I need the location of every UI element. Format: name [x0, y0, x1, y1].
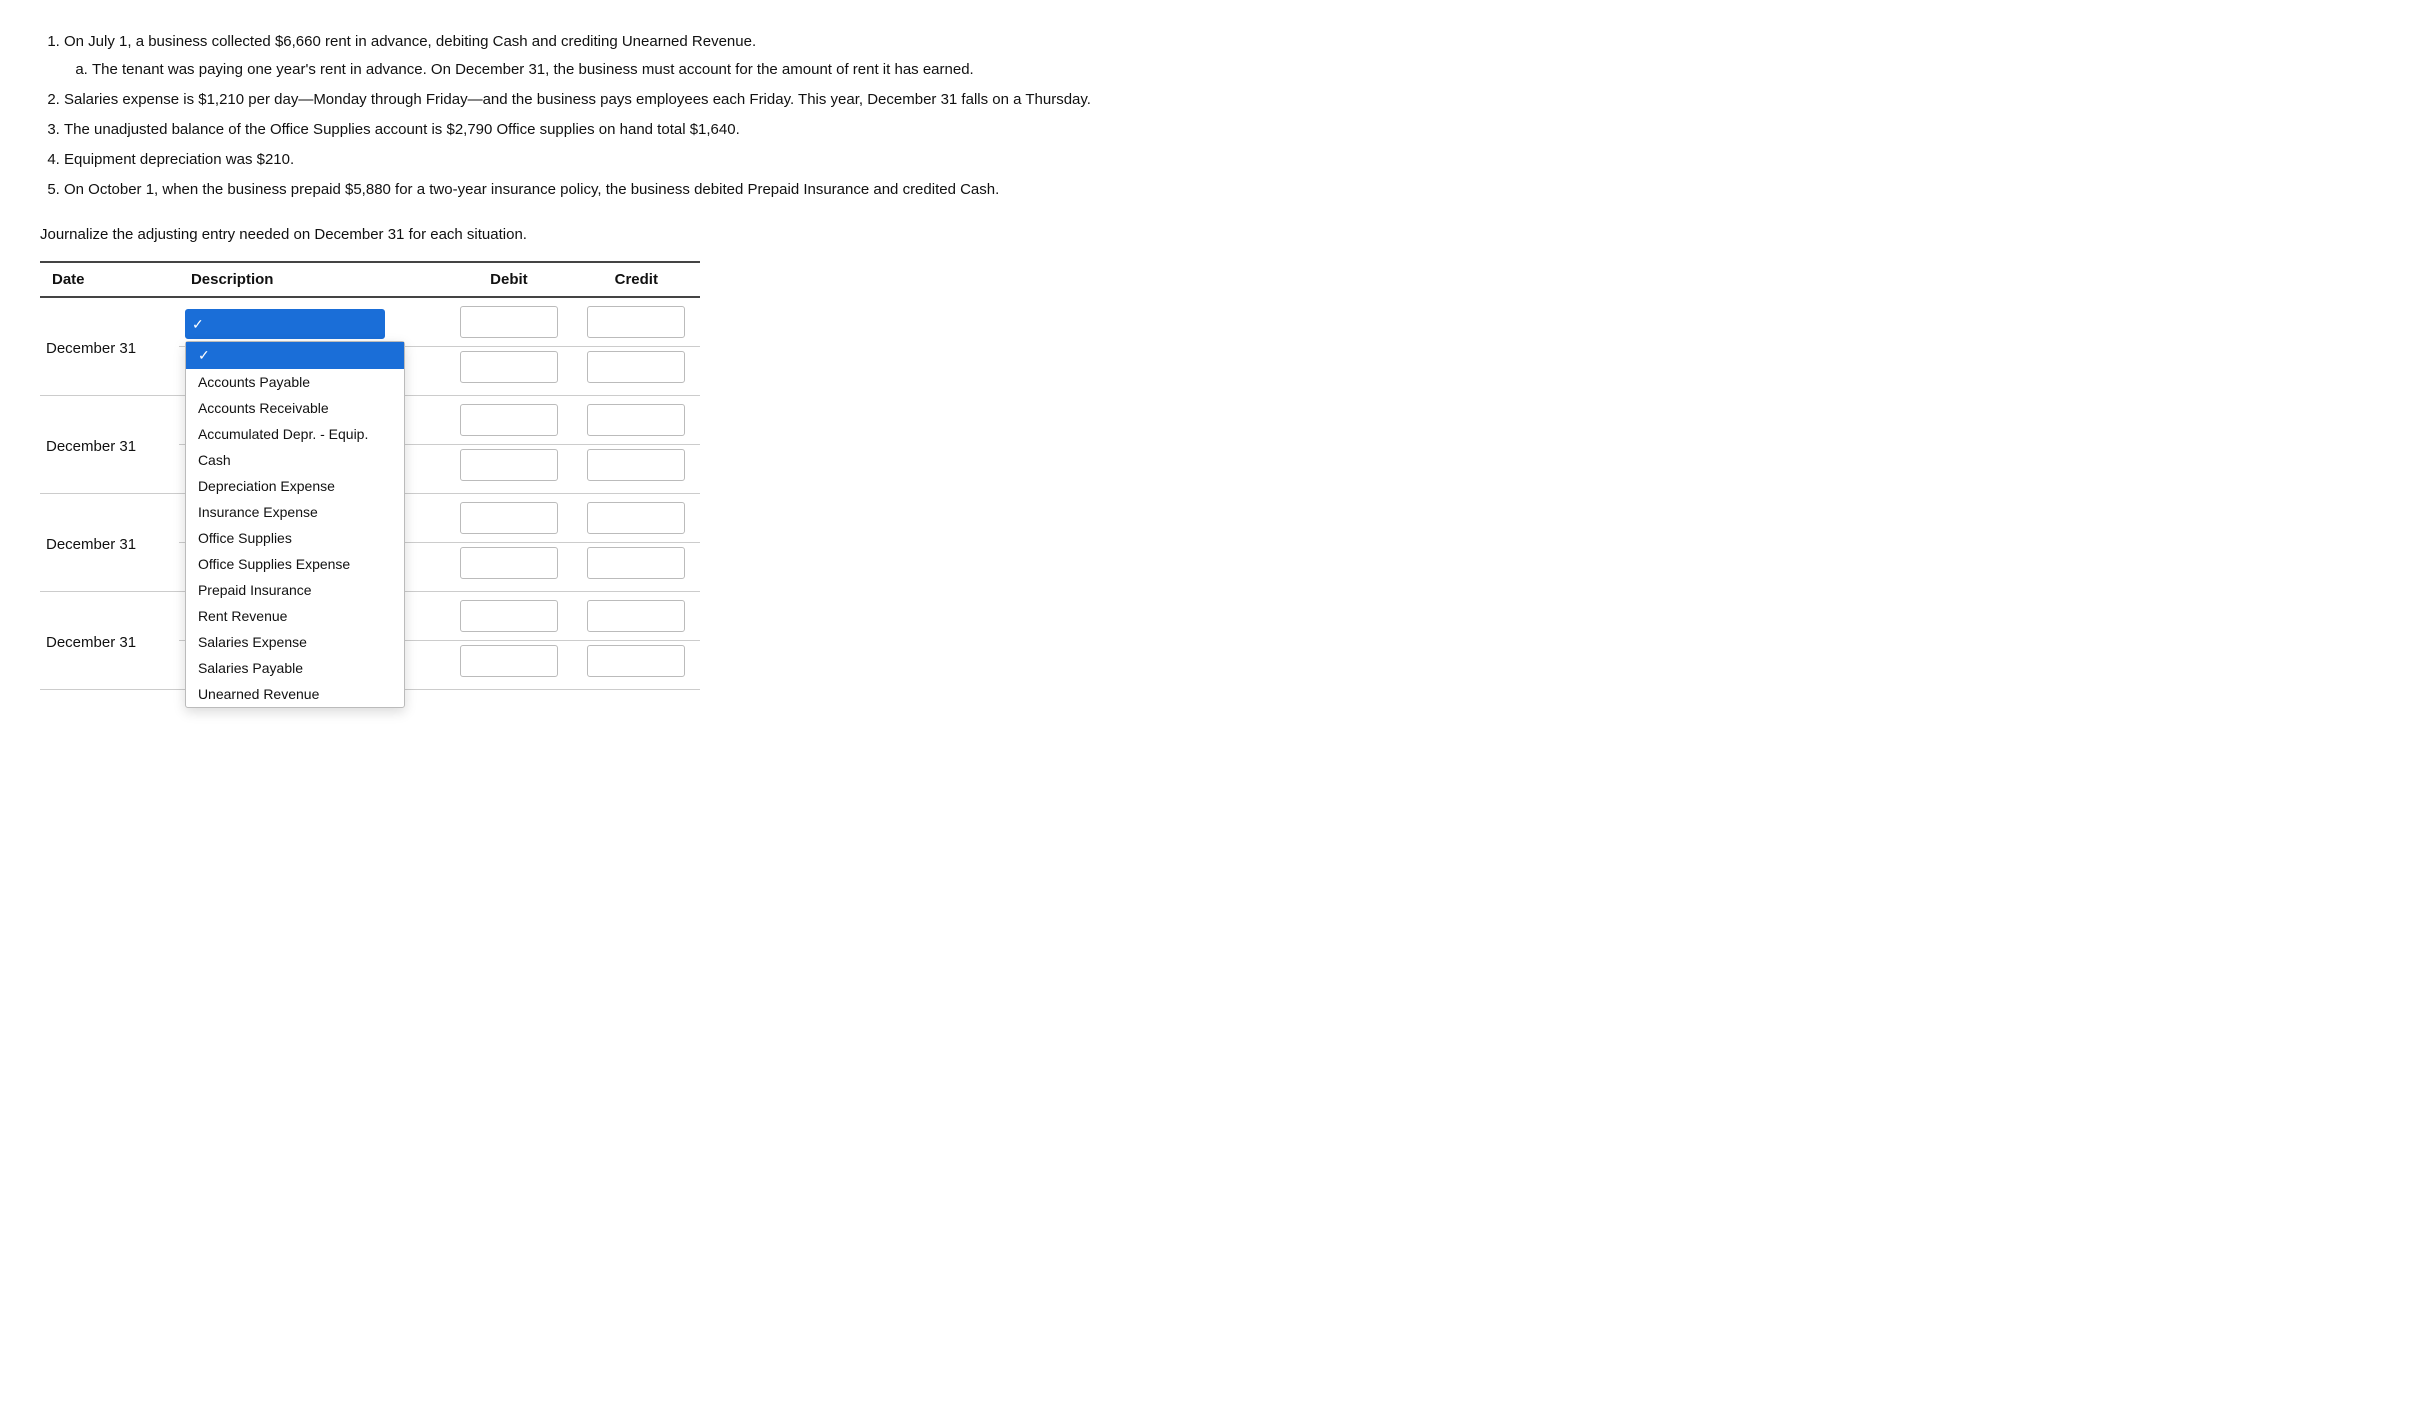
header-description: Description — [179, 262, 445, 297]
debit-input-2-2[interactable] — [460, 449, 558, 481]
dropdown-item-depreciation-expense[interactable]: Depreciation Expense — [186, 473, 404, 499]
debit-cell-1-2[interactable] — [445, 347, 572, 396]
list-item-1: On July 1, a business collected $6,660 r… — [64, 30, 2394, 82]
debit-cell-2-2[interactable] — [445, 445, 572, 494]
debit-input-2-1[interactable] — [460, 404, 558, 436]
dropdown-item-accounts-payable[interactable]: Accounts Payable — [186, 369, 404, 395]
table-header: Date Description Debit Credit — [40, 262, 700, 297]
credit-cell-4-2[interactable] — [573, 641, 700, 690]
credit-input-2-2[interactable] — [587, 449, 685, 481]
journal-table: Date Description Debit Credit December 3… — [40, 261, 700, 690]
debit-cell-1-1[interactable] — [445, 297, 572, 347]
credit-cell-2-2[interactable] — [573, 445, 700, 494]
sub-item-1a: The tenant was paying one year's rent in… — [92, 58, 2394, 82]
debit-input-4-2[interactable] — [460, 645, 558, 677]
header-debit: Debit — [445, 262, 572, 297]
credit-input-4-1[interactable] — [587, 600, 685, 632]
dropdown-item-accounts-receivable[interactable]: Accounts Receivable — [186, 395, 404, 421]
header-credit: Credit — [573, 262, 700, 297]
date-cell-1: December 31 — [40, 297, 179, 396]
table-row: December 31 ✓ ✓ Accounts Payable Account… — [40, 297, 700, 347]
list-item-4: Equipment depreciation was $210. — [64, 148, 2394, 172]
debit-input-1-1[interactable] — [460, 306, 558, 338]
credit-input-3-2[interactable] — [587, 547, 685, 579]
date-cell-2: December 31 — [40, 396, 179, 494]
dropdown-menu-1[interactable]: ✓ Accounts Payable Accounts Receivable A… — [185, 341, 405, 708]
credit-cell-2-1[interactable] — [573, 396, 700, 445]
dropdown-item-accumulated-depr[interactable]: Accumulated Depr. - Equip. — [186, 421, 404, 447]
header-date: Date — [40, 262, 179, 297]
list-item-2: Salaries expense is $1,210 per day—Monda… — [64, 88, 2394, 112]
active-select-1[interactable]: ✓ — [185, 309, 385, 339]
debit-input-1-2[interactable] — [460, 351, 558, 383]
debit-input-3-2[interactable] — [460, 547, 558, 579]
debit-cell-3-2[interactable] — [445, 543, 572, 592]
debit-input-3-1[interactable] — [460, 502, 558, 534]
dropdown-item-cash[interactable]: Cash — [186, 447, 404, 473]
credit-cell-4-1[interactable] — [573, 592, 700, 641]
instructions-section: On July 1, a business collected $6,660 r… — [40, 30, 2394, 202]
credit-cell-1-1[interactable] — [573, 297, 700, 347]
dropdown-item-rent-revenue[interactable]: Rent Revenue — [186, 603, 404, 629]
dropdown-item-unearned-revenue[interactable]: Unearned Revenue — [186, 681, 404, 707]
dropdown-item-office-supplies-expense[interactable]: Office Supplies Expense — [186, 551, 404, 577]
dropdown-item-office-supplies[interactable]: Office Supplies — [186, 525, 404, 551]
credit-input-3-1[interactable] — [587, 502, 685, 534]
credit-input-1-1[interactable] — [587, 306, 685, 338]
dropdown-item-salaries-expense[interactable]: Salaries Expense — [186, 629, 404, 655]
credit-cell-3-2[interactable] — [573, 543, 700, 592]
dropdown-item-selected[interactable]: ✓ — [186, 342, 404, 369]
credit-input-1-2[interactable] — [587, 351, 685, 383]
credit-cell-1-2[interactable] — [573, 347, 700, 396]
list-item-3: The unadjusted balance of the Office Sup… — [64, 118, 2394, 142]
debit-cell-2-1[interactable] — [445, 396, 572, 445]
debit-cell-4-1[interactable] — [445, 592, 572, 641]
debit-input-4-1[interactable] — [460, 600, 558, 632]
list-item-1-text: On July 1, a business collected $6,660 r… — [64, 33, 756, 50]
dropdown-item-prepaid-insurance[interactable]: Prepaid Insurance — [186, 577, 404, 603]
credit-input-4-2[interactable] — [587, 645, 685, 677]
credit-cell-3-1[interactable] — [573, 494, 700, 543]
prompt-text: Journalize the adjusting entry needed on… — [40, 226, 2394, 243]
desc-cell-1-1[interactable]: ✓ ✓ Accounts Payable Accounts Receivable… — [179, 297, 445, 347]
credit-input-2-1[interactable] — [587, 404, 685, 436]
select-wrapper-1-1[interactable]: ✓ ✓ Accounts Payable Accounts Receivable… — [185, 309, 385, 339]
sub-list-1: The tenant was paying one year's rent in… — [92, 58, 2394, 82]
debit-cell-4-2[interactable] — [445, 641, 572, 690]
dropdown-item-salaries-payable[interactable]: Salaries Payable — [186, 655, 404, 681]
dropdown-item-insurance-expense[interactable]: Insurance Expense — [186, 499, 404, 525]
date-cell-3: December 31 — [40, 494, 179, 592]
main-list: On July 1, a business collected $6,660 r… — [64, 30, 2394, 202]
debit-cell-3-1[interactable] — [445, 494, 572, 543]
date-cell-4: December 31 — [40, 592, 179, 690]
list-item-5: On October 1, when the business prepaid … — [64, 178, 2394, 202]
